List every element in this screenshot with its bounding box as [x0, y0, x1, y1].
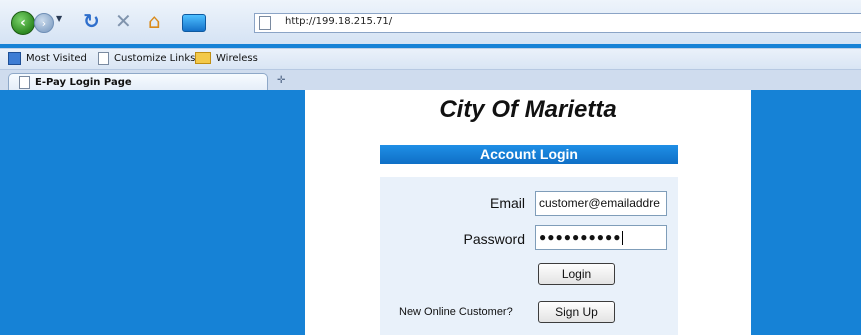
- login-button[interactable]: Login: [538, 263, 615, 285]
- new-customer-text: New Online Customer?: [399, 306, 513, 318]
- page-title: City Of Marietta: [439, 96, 617, 123]
- login-form: Email customer@emailaddre Password ●●●●●…: [380, 177, 678, 335]
- tab-epay-login[interactable]: E-Pay Login Page: [8, 73, 268, 91]
- login-panel: City Of Marietta Account Login Email cus…: [305, 90, 751, 335]
- bookmarks-icon: [8, 52, 21, 65]
- bookmarks-bar: Most Visited Customize Links Wireless: [0, 48, 861, 70]
- sign-up-button[interactable]: Sign Up: [538, 301, 615, 323]
- bookmark-label: Wireless: [216, 52, 258, 64]
- browser-toolbar: ‹ › ▼ ↻ ✕ ⌂ http://199.18.215.71/: [0, 0, 861, 44]
- bookmark-wireless[interactable]: Wireless: [195, 52, 258, 64]
- tab-label: E-Pay Login Page: [35, 77, 132, 88]
- history-dropdown-icon[interactable]: ▼: [56, 14, 62, 23]
- page-icon: [19, 76, 30, 89]
- forward-arrow-icon[interactable]: ›: [34, 13, 54, 33]
- password-label: Password: [463, 231, 525, 247]
- new-tab-icon[interactable]: ✛: [277, 75, 285, 86]
- page-icon: [259, 16, 271, 30]
- navigation-row: ‹ › ▼ ↻ ✕ ⌂ http://199.18.215.71/: [0, 0, 861, 40]
- addon-icon[interactable]: [182, 14, 206, 32]
- text-caret: [622, 230, 624, 245]
- folder-icon: [195, 52, 211, 64]
- bookmark-label: Most Visited: [26, 53, 87, 64]
- page-icon: [98, 52, 109, 65]
- url-text[interactable]: http://199.18.215.71/: [285, 16, 392, 27]
- bookmark-most-visited[interactable]: Most Visited: [8, 52, 87, 65]
- reload-icon[interactable]: ↻: [83, 9, 100, 33]
- tab-strip: E-Pay Login Page ✛: [0, 70, 861, 91]
- stop-icon[interactable]: ✕: [115, 9, 132, 33]
- address-bar[interactable]: http://199.18.215.71/: [254, 13, 861, 33]
- email-field[interactable]: customer@emailaddre: [535, 191, 667, 216]
- bookmark-customize-links[interactable]: Customize Links: [98, 52, 195, 65]
- back-arrow-icon[interactable]: ‹: [11, 11, 35, 35]
- login-header: Account Login: [380, 145, 678, 164]
- password-field[interactable]: ●●●●●●●●●●: [535, 225, 667, 250]
- email-label: Email: [489, 195, 525, 211]
- bookmark-label: Customize Links: [114, 53, 196, 64]
- home-icon[interactable]: ⌂: [148, 9, 161, 33]
- password-mask: ●●●●●●●●●●: [539, 230, 622, 244]
